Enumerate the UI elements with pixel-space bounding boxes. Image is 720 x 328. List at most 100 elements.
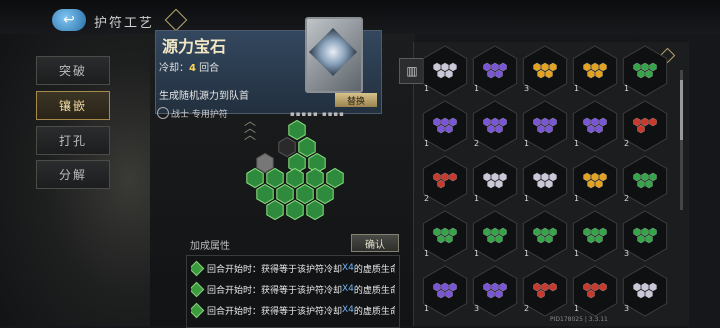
gem-inventory-cell[interactable]: 1 xyxy=(522,210,568,262)
owner-line: 战士 专用护符 xyxy=(157,107,228,120)
white-gem-icon xyxy=(487,179,495,189)
gem-inventory-cell[interactable]: 1 xyxy=(572,100,618,152)
gem-inventory-cell[interactable]: 1 xyxy=(472,45,518,97)
gem-inventory-cell[interactable]: 1 xyxy=(522,100,568,152)
purple-gem-icon xyxy=(491,282,499,292)
gem-count: 1 xyxy=(424,304,429,313)
gem-inventory-cell[interactable]: 1 xyxy=(572,210,618,262)
gem-count: 3 xyxy=(624,249,629,258)
orange-gem-icon xyxy=(537,69,545,79)
gem-inventory-cell[interactable]: 1 xyxy=(422,265,468,317)
warrior-class-icon xyxy=(157,107,169,119)
tab-breakthrough[interactable]: 突破 xyxy=(36,56,110,85)
gem-inventory-cell[interactable]: 1 xyxy=(572,45,618,97)
gem-count: 3 xyxy=(624,304,629,313)
confirm-button[interactable]: 确认 xyxy=(351,234,399,252)
purple-gem-icon xyxy=(591,117,599,127)
gem-bonus-icon xyxy=(191,260,205,276)
purple-gem-icon xyxy=(533,117,541,127)
gem-inventory-cell[interactable]: 3 xyxy=(622,265,668,317)
red-gem-icon xyxy=(549,282,557,292)
purple-gem-icon xyxy=(499,62,507,72)
purple-gem-icon xyxy=(441,117,449,127)
gem-inventory-cell[interactable]: 2 xyxy=(522,265,568,317)
gem-inventory-cell[interactable]: 3 xyxy=(522,45,568,97)
green-gem-slot xyxy=(246,167,264,189)
green-gem-icon xyxy=(637,179,645,189)
green-gem-icon xyxy=(545,234,553,244)
gem-inventory-cell[interactable]: 1 xyxy=(622,45,668,97)
white-gem-icon xyxy=(499,172,507,182)
gem-inventory-cell[interactable]: 2 xyxy=(472,100,518,152)
gem-inventory-cell[interactable]: 1 xyxy=(522,155,568,207)
gem-inventory-cell[interactable]: 1 xyxy=(422,45,468,97)
gem-inventory-cell[interactable]: 2 xyxy=(622,155,668,207)
tab-punch[interactable]: 打孔 xyxy=(36,126,110,155)
white-gem-icon xyxy=(491,172,499,182)
amulet-card-icon xyxy=(305,17,363,93)
bonus-text: 回合开始时：获得等于该护符冷却 xyxy=(207,264,343,275)
purple-gem-icon xyxy=(495,124,503,134)
purple-gem-icon xyxy=(549,117,557,127)
purple-gem-icon xyxy=(433,282,441,292)
gem-inventory-cell[interactable]: 3 xyxy=(472,265,518,317)
scroll-thumb[interactable] xyxy=(680,80,683,140)
red-gem-icon xyxy=(649,117,657,127)
purple-gem-icon xyxy=(441,282,449,292)
green-gem-icon xyxy=(649,227,657,237)
back-button[interactable]: ↩ xyxy=(52,9,86,31)
green-gem-slot xyxy=(266,167,284,189)
gem-count: 3 xyxy=(474,304,479,313)
gem-inventory-cell[interactable]: 1 xyxy=(422,100,468,152)
gem-inventory-cell[interactable]: 3 xyxy=(622,210,668,262)
green-gem-icon xyxy=(583,227,591,237)
white-gem-icon xyxy=(533,172,541,182)
purple-gem-icon xyxy=(495,69,503,79)
gem-inventory-cell[interactable]: 2 xyxy=(622,100,668,152)
gem-inventory-cell[interactable]: 2 xyxy=(422,155,468,207)
white-gem-icon xyxy=(437,69,445,79)
gem-count: 1 xyxy=(524,194,529,203)
orange-gem-icon xyxy=(599,62,607,72)
tab-decompose[interactable]: 分解 xyxy=(36,160,110,189)
green-gem-slot xyxy=(266,199,284,221)
gem-inventory-cell[interactable]: 1 xyxy=(472,210,518,262)
white-gem-icon xyxy=(637,289,645,299)
green-gem-slot xyxy=(298,136,316,158)
gem-count: 2 xyxy=(624,139,629,148)
white-gem-icon xyxy=(645,289,653,299)
gem-bonus-icon xyxy=(191,302,205,318)
white-gem-icon xyxy=(649,282,657,292)
cooldown-unit: 回合 xyxy=(199,63,220,74)
green-gem-icon xyxy=(491,227,499,237)
green-gem-icon xyxy=(449,227,457,237)
orange-gem-icon xyxy=(587,69,595,79)
red-gem-icon xyxy=(591,282,599,292)
red-gem-icon xyxy=(541,282,549,292)
white-gem-icon xyxy=(545,179,553,189)
replace-button[interactable]: 替换 xyxy=(335,93,377,107)
gem-inventory-cell[interactable]: 1 xyxy=(422,210,468,262)
bonus-multiplier: X4 xyxy=(342,263,354,273)
gem-count: 1 xyxy=(574,139,579,148)
tab-inlay[interactable]: 镶嵌 xyxy=(36,91,110,120)
gem-inventory-cell[interactable]: 1 xyxy=(472,155,518,207)
bonus-title: 加成属性 xyxy=(190,241,230,252)
gem-inventory-cell[interactable]: 1 xyxy=(572,265,618,317)
green-gem-icon xyxy=(537,234,545,244)
inlay-hex-board[interactable] xyxy=(235,115,345,230)
green-gem-icon xyxy=(495,234,503,244)
white-gem-icon xyxy=(641,282,649,292)
green-gem-slot xyxy=(288,119,306,141)
orange-gem-icon xyxy=(549,62,557,72)
purple-gem-icon xyxy=(599,117,607,127)
purple-gem-icon xyxy=(437,289,445,299)
red-gem-icon xyxy=(633,117,641,127)
diamond-menu-icon[interactable] xyxy=(164,8,188,32)
red-gem-icon xyxy=(533,282,541,292)
gem-inventory-cell[interactable]: 1 xyxy=(572,155,618,207)
green-gem-icon xyxy=(649,62,657,72)
purple-gem-icon xyxy=(483,62,491,72)
orange-gem-icon xyxy=(533,62,541,72)
gem-count: 2 xyxy=(624,194,629,203)
